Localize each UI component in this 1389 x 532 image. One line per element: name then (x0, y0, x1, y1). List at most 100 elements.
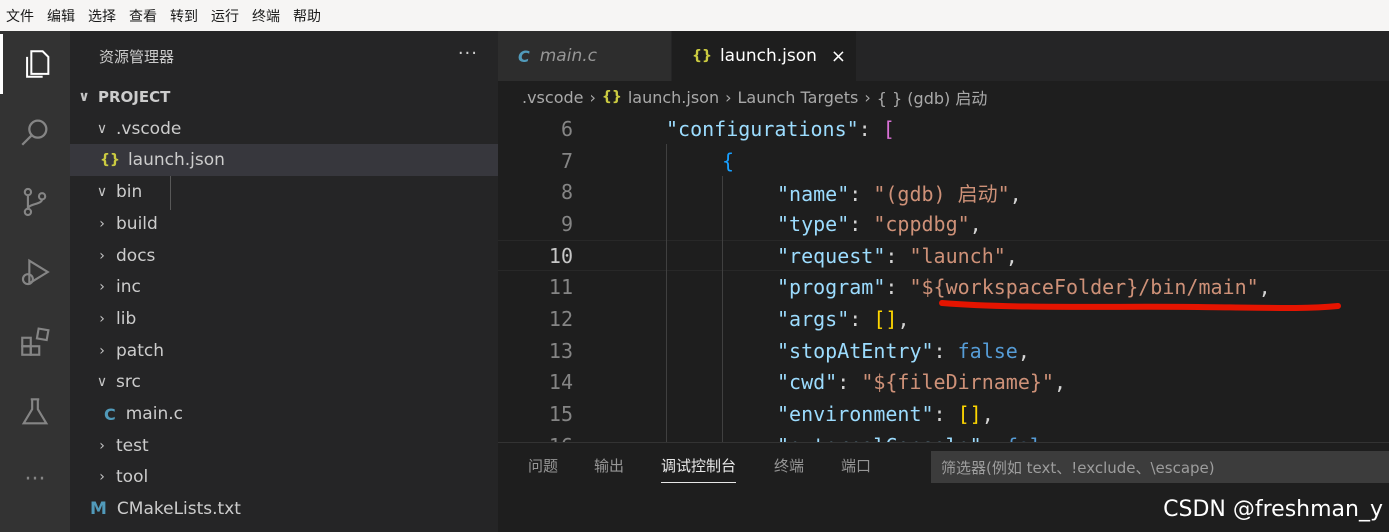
code-text: "stopAtEntry": false, (777, 339, 1030, 363)
code-token: "${fileDirname}" (861, 370, 1054, 395)
code-token: , (1017, 338, 1030, 363)
chevron-right-icon: › (864, 87, 871, 107)
code-token: , (1053, 370, 1067, 395)
breadcrumb-item[interactable]: launch.json (628, 88, 719, 107)
code-line: 13 "stopAtEntry": false, (498, 335, 1389, 367)
breadcrumb-item[interactable]: Launch Targets (738, 88, 859, 107)
code-token: { (722, 148, 735, 173)
breadcrumb-item[interactable]: .vscode (522, 88, 583, 107)
tree-item-label: main.c (125, 404, 183, 424)
menu-item[interactable]: 查看 (129, 6, 157, 26)
chevron-right-icon: › (99, 215, 105, 232)
code-editor[interactable]: 16 "externalConsole": fal 15 "environment":… (498, 113, 1389, 442)
menu-item[interactable]: 终端 (252, 6, 280, 26)
explorer-header: 资源管理器 ··· (70, 31, 498, 81)
panel-tab-output[interactable]: 输出 (594, 455, 624, 476)
panel-tab-terminal[interactable]: 终端 (774, 455, 804, 476)
tree-item-label: bin (116, 182, 143, 203)
tree-file[interactable]: M CMakeLists.txt (70, 493, 498, 525)
explorer-sidebar: 资源管理器 ··· ∨ PROJECT ∨ .vscode {} launch.json ∨… (70, 31, 498, 532)
line-number: 16 (498, 434, 573, 442)
menu-item[interactable]: 文件 (6, 6, 34, 26)
code-token: "cwd" (777, 370, 838, 395)
run-debug-icon[interactable] (0, 242, 70, 302)
testing-flask-icon[interactable] (0, 382, 70, 442)
search-icon[interactable] (0, 102, 70, 162)
code-token: : (837, 370, 862, 395)
tree-folder[interactable]: › tool (70, 461, 498, 493)
c-file-icon: C (104, 404, 116, 424)
tree-file[interactable]: Cmain.c (70, 398, 498, 430)
tree-folder[interactable]: › patch (70, 335, 498, 367)
code-token: : (933, 338, 958, 363)
code-token: "type" (777, 211, 850, 236)
line-number: 12 (548, 307, 573, 332)
code-line: 8 "name": "(gdb) 启动", (498, 176, 1389, 208)
code-token: , (897, 307, 910, 332)
code-token: "program" (777, 275, 886, 300)
panel-tab-ports[interactable]: 端口 (841, 455, 871, 476)
code-token: , (1009, 181, 1022, 206)
source-control-icon[interactable] (0, 172, 70, 232)
tree-folder[interactable]: ∨ PROJECT (70, 81, 498, 113)
explorer-files-icon[interactable] (0, 34, 70, 94)
activity-bar: ··· (0, 31, 70, 532)
more-icon[interactable]: ··· (0, 449, 70, 509)
tree-folder[interactable]: › lib (70, 303, 498, 335)
tree-folder[interactable]: ∨ src (70, 366, 498, 398)
code-text: "name": "(gdb) 启动", (777, 178, 1022, 207)
code-token: , (981, 402, 994, 427)
json-file-icon: {} (601, 89, 622, 105)
indent-guide (666, 144, 667, 442)
code-token: "launch" (909, 243, 1006, 268)
tab-main-c[interactable]: C main.c (498, 31, 672, 81)
panel-tab-problems[interactable]: 问题 (528, 455, 558, 476)
filter-input[interactable]: 筛选器(例如 text、!exclude、\escape) (931, 451, 1389, 483)
watermark: CSDN @freshman_y (1163, 497, 1383, 522)
close-icon[interactable]: × (831, 46, 846, 67)
breadcrumb-item[interactable]: { } (gdb) 启动 (877, 85, 988, 109)
code-text: "request": "launch", (777, 244, 1018, 268)
code-token: : (885, 275, 910, 300)
code-token: false (957, 338, 1018, 363)
code-token: "configurations" (666, 116, 859, 141)
menu-item[interactable]: 编辑 (47, 6, 75, 26)
tree-folder[interactable]: › build (70, 208, 498, 240)
red-underline-annotation (939, 300, 1341, 311)
code-token: "(gdb) 启动" (873, 181, 1010, 206)
tree-folder[interactable]: ∨ bin (70, 176, 498, 208)
menu-item[interactable]: 帮助 (293, 6, 321, 26)
code-token: [] (957, 402, 982, 427)
tree-folder[interactable]: › inc (70, 271, 498, 303)
tree-folder[interactable]: › docs (70, 240, 498, 272)
tree-folder[interactable]: › test (70, 430, 498, 462)
tree-item-label: build (116, 213, 158, 234)
panel-tab-debug-console[interactable]: 调试控制台 (661, 455, 737, 483)
indent-guide (722, 176, 723, 442)
tree-file[interactable]: {} launch.json (70, 144, 498, 177)
code-token: : (982, 434, 1006, 442)
code-token: "request" (777, 243, 886, 268)
extensions-icon[interactable] (0, 312, 70, 372)
tree-folder[interactable]: ∨ .vscode (70, 113, 498, 145)
menu-item[interactable]: 运行 (211, 6, 239, 26)
indent-guide (170, 176, 171, 210)
code-token: : (858, 116, 883, 141)
line-number: 7 (560, 148, 573, 173)
tab-launch-json[interactable]: {} launch.json × (672, 31, 857, 81)
code-line: 6 "configurations": [ (498, 113, 1389, 145)
line-number: 9 (560, 211, 573, 236)
chevron-right-icon: › (99, 310, 105, 327)
c-file-icon: C (518, 46, 530, 66)
more-actions-icon[interactable]: ··· (458, 43, 478, 64)
tab-label: main.c (539, 46, 597, 66)
tree-item-label: inc (116, 277, 141, 298)
menu-item[interactable]: 选择 (88, 6, 116, 26)
code-token: , (1005, 243, 1018, 268)
line-number: 15 (548, 402, 573, 427)
code-text: "cwd": "${fileDirname}", (777, 370, 1066, 394)
menu-item[interactable]: 转到 (170, 6, 198, 26)
code-text: "externalConsole": fal (777, 434, 1042, 442)
line-number: 6 (560, 116, 573, 141)
line-number: 10 (548, 243, 573, 268)
